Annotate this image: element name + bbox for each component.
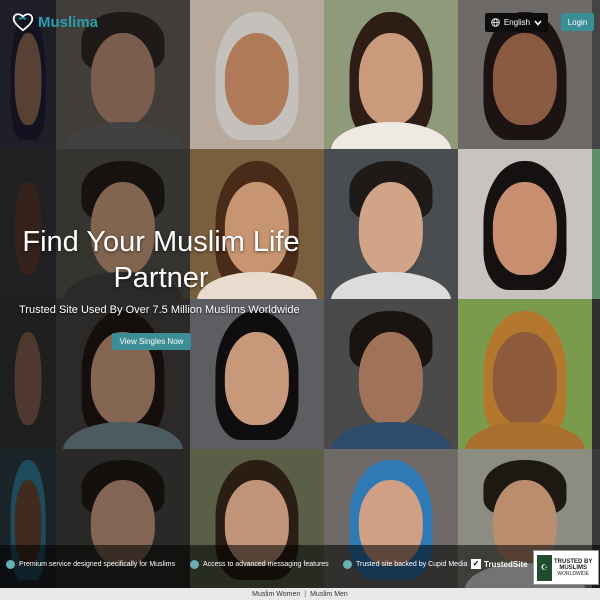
bullet-dot-icon	[343, 560, 352, 569]
footer-link-muslim-men[interactable]: Muslim Men	[310, 591, 348, 598]
profile-photo	[458, 299, 592, 449]
profile-photo	[324, 149, 458, 299]
profile-photo	[0, 299, 56, 449]
feature-text: Access to advanced messaging features	[203, 561, 329, 568]
footer-link-muslim-women[interactable]: Muslim Women	[252, 591, 300, 598]
logo-text: Muslima	[38, 13, 99, 31]
login-button[interactable]: Login	[561, 13, 594, 31]
view-singles-button[interactable]: View Singles Now	[112, 333, 191, 350]
feature-text: Premium service designed specifically fo…	[19, 561, 175, 568]
badge-line-3: WORLDWIDE	[557, 570, 589, 577]
profile-photo	[592, 299, 600, 449]
brand-logo[interactable]: Muslima	[12, 12, 98, 32]
profile-photo	[190, 299, 324, 449]
globe-icon	[491, 18, 500, 27]
crescent-star-icon: ☪	[537, 554, 552, 581]
footer-separator: |	[304, 590, 307, 598]
feature-item: Premium service designed specifically fo…	[6, 560, 175, 569]
language-selector[interactable]: English	[485, 13, 548, 32]
bullet-dot-icon	[6, 560, 15, 569]
profile-photo	[458, 149, 592, 299]
profile-photo	[324, 299, 458, 449]
bullet-dot-icon	[190, 560, 199, 569]
feature-item: Trusted site backed by Cupid Media	[343, 560, 467, 569]
chevron-down-icon	[534, 19, 542, 26]
profile-photo	[56, 299, 190, 449]
footer-links: Muslim Women | Muslim Men	[0, 588, 600, 600]
profile-photo	[190, 0, 324, 149]
profile-photo	[592, 149, 600, 299]
profile-photo	[324, 0, 458, 149]
heart-logo-icon	[12, 13, 34, 32]
features-bar: Premium service designed specifically fo…	[0, 545, 600, 588]
feature-text: Trusted site backed by Cupid Media	[356, 561, 468, 568]
feature-item: Access to advanced messaging features	[190, 560, 329, 569]
hero-title: Find Your Muslim Life Partner	[22, 226, 300, 294]
trusted-badge: ☪ TRUSTED BY MUSLIMS WORLDWIDE	[533, 550, 599, 585]
trusted-site-label: TrustedSite	[484, 559, 528, 569]
language-label: English	[503, 18, 531, 27]
hero-subtitle: Trusted Site Used By Over 7.5 Million Mu…	[19, 304, 300, 316]
trusted-site-seal[interactable]: ✓ TrustedSite	[471, 559, 528, 569]
checkmark-icon: ✓	[471, 559, 481, 569]
